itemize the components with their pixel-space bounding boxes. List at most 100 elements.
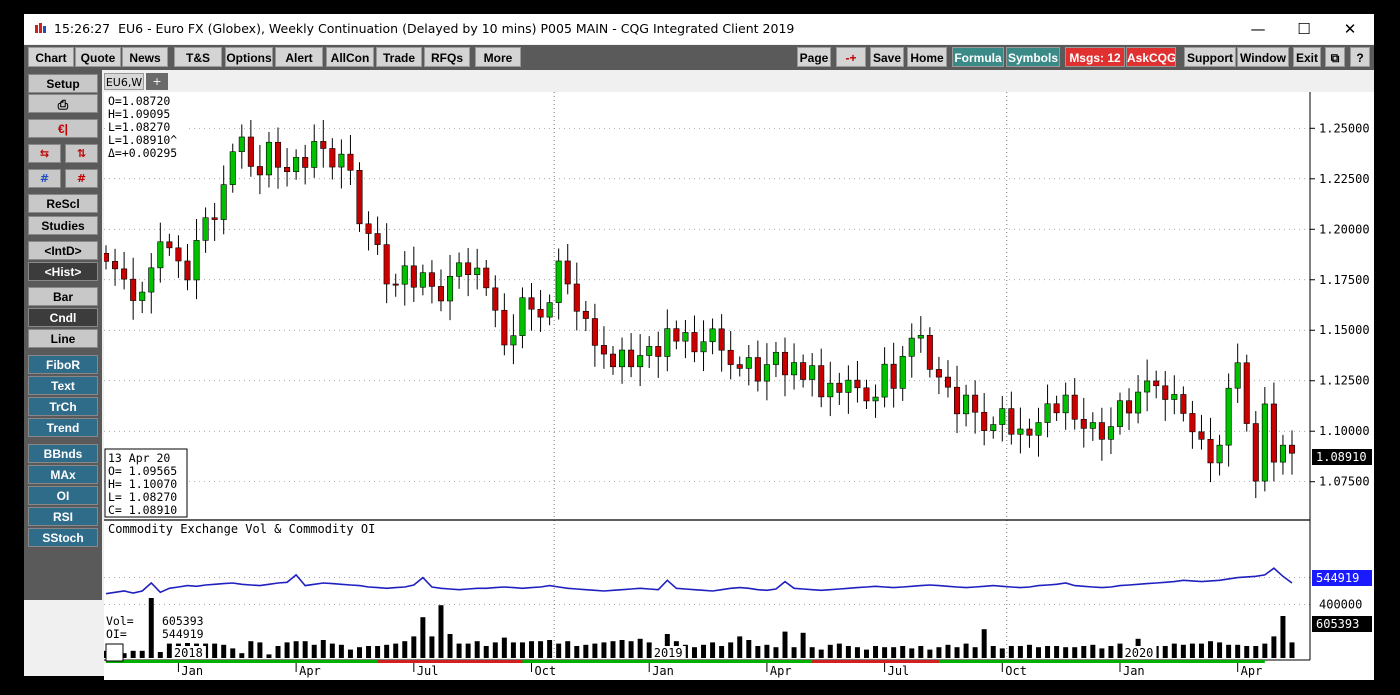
candle-body — [447, 276, 454, 302]
volume-bar — [474, 641, 480, 658]
ts-button[interactable]: T&S — [174, 47, 222, 67]
year-label: 2018 — [174, 646, 203, 660]
volume-bar — [583, 644, 589, 658]
candle-body — [528, 297, 535, 310]
volume-study-title: Commodity Exchange Vol & Commodity OI — [108, 522, 375, 536]
trend-button[interactable]: Trend — [28, 418, 98, 437]
candle-body — [383, 244, 390, 285]
symbols-button[interactable]: Symbols — [1006, 47, 1060, 67]
studies-button[interactable]: Studies — [28, 216, 98, 235]
volume-bar — [248, 641, 254, 658]
intraday-button[interactable]: <IntD> — [28, 241, 98, 260]
last-vol-label: 605393 — [1312, 616, 1372, 632]
candle-body — [374, 233, 381, 245]
candle-body — [1270, 403, 1277, 463]
more-button[interactable]: More — [475, 47, 521, 67]
maximize-icon[interactable]: ☐ — [1281, 14, 1327, 44]
volume-bar — [882, 647, 888, 658]
candle-button[interactable]: Cndl — [28, 308, 98, 327]
candle-body — [582, 310, 589, 319]
print-icon[interactable]: ⎙ — [28, 94, 98, 113]
candle-body — [781, 351, 789, 376]
add-tab-button[interactable]: + — [146, 73, 168, 90]
candle-body — [872, 396, 879, 402]
scroll-handle[interactable] — [105, 643, 124, 662]
grid-alt-icon[interactable]: # — [65, 169, 98, 188]
candle-body — [954, 386, 961, 415]
minimize-icon[interactable]: — — [1235, 14, 1281, 44]
candle-body — [392, 283, 399, 286]
volume-bar — [746, 640, 752, 658]
formula-button[interactable]: Formula — [952, 47, 1004, 67]
candle-body — [193, 240, 200, 281]
quote-button[interactable]: Quote — [75, 47, 121, 67]
volume-bar — [547, 640, 553, 658]
messages-button[interactable]: Msgs: 12 — [1065, 47, 1125, 67]
currency-icon[interactable]: €| — [28, 119, 98, 138]
rfqs-button[interactable]: RFQs — [424, 47, 470, 67]
x-tick-label: Apr — [1241, 664, 1263, 678]
help-button[interactable]: ? — [1350, 47, 1370, 67]
price-axis: 1.25000 1.22500 1.20000 1.17500 1.15000 1.125… — [1310, 121, 1370, 611]
volume-bar — [972, 647, 978, 658]
bar-button[interactable]: Bar — [28, 287, 98, 306]
askcqg-button[interactable]: AskCQG — [1126, 47, 1176, 67]
candle-body — [944, 376, 951, 388]
candle-body — [1162, 385, 1169, 400]
page-button[interactable]: Page — [797, 47, 831, 67]
swap-horizontal-icon[interactable]: ⇆ — [28, 144, 61, 163]
save-button[interactable]: Save — [870, 47, 904, 67]
swap-vertical-icon[interactable]: ⇅ — [65, 144, 98, 163]
volume-bar — [854, 647, 860, 658]
tab-eu6-weekly[interactable]: EU6,W — [104, 73, 144, 90]
exit-button[interactable]: Exit — [1293, 47, 1321, 67]
volume-bar — [1008, 646, 1014, 658]
fibo-button[interactable]: FiboR — [28, 355, 98, 374]
y-tick-label: 1.20000 — [1319, 222, 1370, 236]
historical-button[interactable]: <Hist> — [28, 262, 98, 281]
restore-layout-icon[interactable]: ⧉ — [1325, 47, 1345, 67]
volume-bar — [728, 642, 734, 658]
arrow-button[interactable]: -+ — [836, 47, 866, 67]
candle-body — [591, 318, 598, 346]
options-button[interactable]: Options — [225, 47, 273, 67]
volume-bar — [809, 647, 815, 658]
info-top-box: O=1.08720 H=1.09095 L=1.08270 L=1.08910^… — [106, 94, 186, 160]
volume-bar — [701, 644, 707, 658]
line-button[interactable]: Line — [28, 329, 98, 348]
candle-body — [809, 365, 816, 380]
moving-average-button[interactable]: MAx — [28, 465, 98, 484]
support-button[interactable]: Support — [1184, 47, 1236, 67]
close-icon[interactable]: ✕ — [1327, 14, 1373, 44]
window-button[interactable]: Window — [1237, 47, 1289, 67]
bollinger-button[interactable]: BBnds — [28, 444, 98, 463]
rsi-button[interactable]: RSI — [28, 507, 98, 526]
info-last: L=1.08910^ — [108, 133, 177, 147]
allcon-button[interactable]: AllCon — [326, 47, 374, 67]
candle-body — [999, 408, 1006, 425]
home-button[interactable]: Home — [907, 47, 947, 67]
alert-button[interactable]: Alert — [275, 47, 323, 67]
volume-bar — [1253, 646, 1259, 658]
text-tool-button[interactable]: Text — [28, 376, 98, 395]
open-interest-button[interactable]: OI — [28, 486, 98, 505]
chart-button[interactable]: Chart — [28, 47, 74, 67]
trade-button[interactable]: Trade — [376, 47, 422, 67]
candle-body — [1171, 394, 1178, 400]
candle-body — [1243, 362, 1250, 424]
candle-body — [311, 141, 318, 168]
rescale-button[interactable]: ReScl — [28, 194, 98, 213]
volume-bar — [574, 646, 580, 658]
stochastic-button[interactable]: SStoch — [28, 528, 98, 547]
setup-button[interactable]: Setup — [28, 74, 98, 93]
candle-body — [637, 355, 644, 368]
trend-channel-button[interactable]: TrCh — [28, 397, 98, 416]
price-chart[interactable]: 1.25000 1.22500 1.20000 1.17500 1.15000 1.125… — [102, 92, 1374, 680]
volume-bar — [501, 637, 507, 658]
news-button[interactable]: News — [122, 47, 168, 67]
candle-body — [754, 357, 761, 382]
grid-icon[interactable]: # — [28, 169, 61, 188]
candle-body — [121, 268, 128, 280]
candle-body — [365, 223, 372, 234]
volume-bar — [918, 646, 924, 658]
